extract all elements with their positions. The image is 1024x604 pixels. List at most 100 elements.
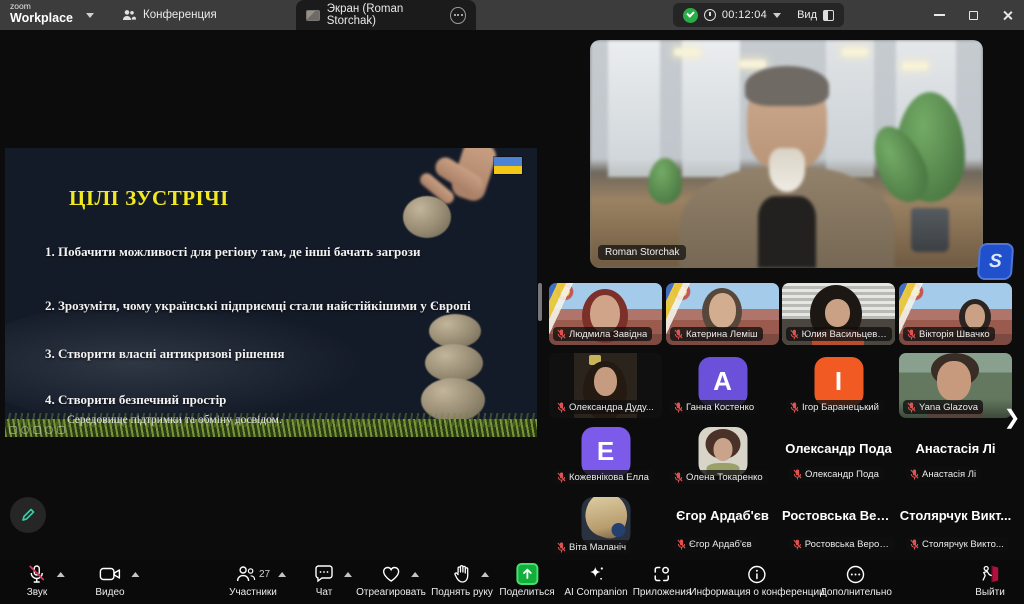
close-button[interactable]	[990, 0, 1024, 30]
participant-big-name: Столярчук Викт...	[899, 508, 1012, 523]
audio-button[interactable]: Звук	[27, 563, 48, 598]
presenter-mini-toolbar[interactable]	[9, 426, 65, 434]
raise-hand-button[interactable]: Поднять руку	[431, 563, 493, 598]
participant-name-label: Юлия Васильцева...	[802, 329, 887, 340]
slide-cloud-art	[5, 298, 385, 428]
video-camera-icon	[99, 566, 121, 582]
video-button[interactable]: Видео	[95, 563, 124, 598]
participant-tile[interactable]: Катерина Леміш	[666, 283, 779, 345]
participant-name-label: Ростовська Верон...	[805, 539, 890, 550]
participant-tile[interactable]: Вікторія Швачко	[899, 283, 1012, 345]
view-button[interactable]: Вид	[797, 9, 834, 21]
share-screen-button[interactable]: Поделиться	[499, 563, 554, 598]
participant-name-label: Yana Glazova	[919, 402, 978, 413]
ai-companion-button[interactable]: AI Companion	[564, 563, 627, 598]
screen-thumbnail-icon	[306, 10, 320, 21]
shared-screen-slide: ЦІЛІ ЗУСТРІЧІ 1. Побачити можливості для…	[5, 148, 537, 437]
layout-grid-icon	[823, 10, 834, 21]
share-screen-icon	[516, 563, 538, 585]
ukraine-flag-icon	[493, 156, 523, 175]
brand-top: zoom	[10, 2, 73, 11]
meeting-main-area: ЦІЛІ ЗУСТРІЧІ 1. Побачити можливості для…	[0, 30, 1024, 560]
meeting-info-button[interactable]: Информация о конференции	[689, 563, 824, 598]
audio-options-chevron[interactable]	[57, 572, 65, 577]
chat-button[interactable]: Чат	[314, 563, 334, 598]
leave-button[interactable]: Выйти	[975, 563, 1005, 598]
minimize-button[interactable]	[922, 0, 956, 30]
chevron-down-icon[interactable]	[86, 13, 94, 18]
timer-chevron-icon[interactable]	[773, 13, 781, 18]
chat-options-chevron[interactable]	[344, 572, 352, 577]
people-icon	[122, 9, 136, 21]
avatar: A	[698, 357, 747, 406]
participant-tile[interactable]: Ростовська Вер... Ростовська Верон...	[782, 493, 895, 558]
participant-name-label: Катерина Леміш	[686, 329, 758, 340]
share-scrollbar[interactable]	[538, 283, 542, 321]
zoom-workplace-logo: zoom Workplace	[10, 2, 73, 24]
app-overlay-logo-icon[interactable]: S	[977, 243, 1015, 280]
participant-name-label: Олександра Дуду...	[569, 402, 654, 413]
participant-tile[interactable]: Столярчук Викт... Столярчук Викто...	[899, 493, 1012, 558]
speaker-name-label: Roman Storchak	[598, 245, 686, 260]
participant-tile[interactable]: Олена Токаренко	[666, 423, 779, 488]
participant-name-label: Віта Маланіч	[569, 542, 626, 553]
participant-tile[interactable]: Олександра Дуду...	[549, 353, 662, 418]
participants-button[interactable]: 27 Участники	[229, 563, 277, 598]
participant-tile[interactable]: Людмила Завідна	[549, 283, 662, 345]
participant-tile[interactable]: Олександр Пода Олександр Пода	[782, 423, 895, 488]
speaker-video-content	[590, 40, 983, 268]
slide-item-4: 4. Створити безпечний простір	[45, 392, 515, 408]
react-button[interactable]: Отреагировать	[356, 563, 426, 598]
maximize-button[interactable]	[956, 0, 990, 30]
more-button[interactable]: Дополнительно	[820, 563, 892, 598]
slide-item-1: 1. Побачити можливості для регіону там, …	[45, 244, 515, 260]
participant-name-label: Єгор Ардаб'єв	[689, 539, 752, 550]
participant-tile[interactable]: Віта Маланіч	[549, 493, 662, 558]
participant-name-label: Олександр Пода	[805, 469, 879, 480]
participant-tile[interactable]: Юлия Васильцева...	[782, 283, 895, 345]
pencil-icon	[20, 507, 36, 523]
annotate-button[interactable]	[10, 497, 46, 533]
slide-item-4-sub: Середовище підтримки та обміну досвідом.	[67, 414, 282, 426]
slide-item-2: 2. Зрозуміти, чому українські підприємці…	[45, 298, 515, 314]
participant-name-label: Анастасія Лі	[922, 469, 976, 480]
participants-count: 27	[259, 569, 270, 580]
participant-tile[interactable]: Анастасія Лі Анастасія Лі	[899, 423, 1012, 488]
participant-tile[interactable]: Yana Glazova	[899, 353, 1012, 418]
participant-tile[interactable]: I Ігор Баранецький	[782, 353, 895, 418]
slide-item-3: 3. Створити власні антикризові рішення	[45, 346, 515, 362]
heart-icon	[381, 565, 401, 583]
view-label: Вид	[797, 9, 817, 21]
slide-stone-art	[429, 314, 481, 348]
speaker-video-tile[interactable]: Roman Storchak	[590, 40, 983, 268]
participant-big-name: Олександр Пода	[782, 441, 895, 456]
participant-name-label: Кожевнікова Елла	[569, 472, 649, 483]
apps-button[interactable]: Приложения	[633, 563, 692, 598]
next-participants-page-button[interactable]: ❯	[1002, 402, 1022, 432]
meeting-timer: 00:12:04	[722, 9, 767, 21]
react-options-chevron[interactable]	[411, 572, 419, 577]
security-shield-icon[interactable]	[683, 8, 698, 23]
tab-conference[interactable]: Конференция	[112, 0, 227, 30]
tab-more-options-icon[interactable]	[450, 7, 466, 24]
raise-hand-options-chevron[interactable]	[481, 572, 489, 577]
participant-name-label: Людмила Завідна	[569, 329, 647, 340]
slide-stone-art	[403, 196, 451, 238]
tab-screen-share[interactable]: Экран (Roman Storchak)	[296, 0, 476, 30]
video-options-chevron[interactable]	[131, 572, 139, 577]
participant-tile[interactable]: E Кожевнікова Елла	[549, 423, 662, 488]
meeting-toolbar: Звук Видео 27 Участники Чат Отреагироват…	[0, 560, 1024, 604]
participant-name-label: Ганна Костенко	[686, 402, 754, 413]
participant-tile[interactable]: A Ганна Костенко	[666, 353, 779, 418]
window-titlebar: zoom Workplace Конференция Экран (Roman …	[0, 0, 1024, 30]
clock-icon	[704, 9, 716, 21]
ai-sparkle-icon	[586, 564, 606, 584]
tab-screen-label: Экран (Roman Storchak)	[327, 3, 444, 27]
participant-big-name: Єгор Ардаб'єв	[666, 508, 779, 523]
meeting-status-pill: 00:12:04 Вид	[673, 3, 844, 27]
participant-name-label: Олена Токаренко	[686, 472, 763, 483]
participants-icon	[236, 565, 256, 583]
participants-options-chevron[interactable]	[278, 572, 286, 577]
participant-tile[interactable]: Єгор Ардаб'єв Єгор Ардаб'єв	[666, 493, 779, 558]
participant-big-name: Анастасія Лі	[899, 441, 1012, 456]
